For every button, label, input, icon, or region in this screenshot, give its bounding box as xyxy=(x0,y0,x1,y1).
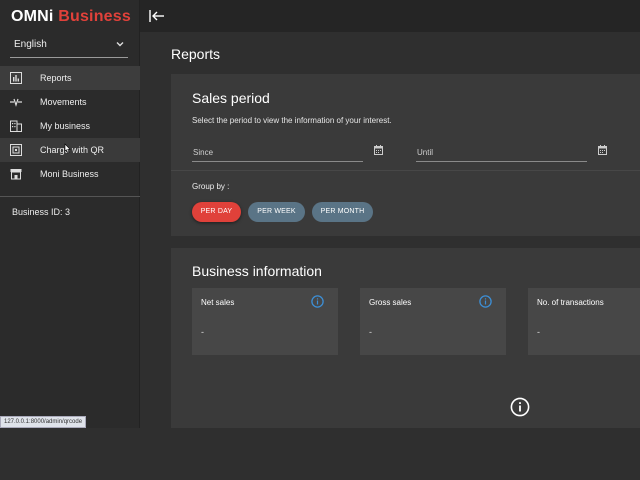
mouse-pointer-icon xyxy=(64,143,71,154)
sidebar-item-label: Movements xyxy=(40,97,87,107)
collapse-sidebar-icon[interactable] xyxy=(149,9,165,23)
until-input[interactable] xyxy=(416,143,587,162)
brand-name-part1: OMNi xyxy=(11,8,54,25)
movements-icon xyxy=(10,98,22,107)
metric-label: Gross sales xyxy=(369,298,412,307)
building-icon xyxy=(10,120,22,132)
app-root: OMNi Business English Reports Movements … xyxy=(0,0,640,480)
gross-sales-metric: Gross sales - xyxy=(360,288,506,355)
sidebar-item-label: Moni Business xyxy=(40,169,99,179)
per-day-chip[interactable]: PER DAY xyxy=(192,202,241,222)
until-date-field[interactable] xyxy=(416,142,587,162)
business-information-title: Business information xyxy=(192,263,322,279)
store-icon xyxy=(10,169,22,180)
sidebar-item-label: My business xyxy=(40,121,91,131)
sidebar-divider xyxy=(0,196,140,197)
page-title: Reports xyxy=(171,46,221,62)
info-icon[interactable] xyxy=(510,397,530,417)
sales-period-subtitle: Select the period to view the informatio… xyxy=(192,116,392,125)
sidebar-item-reports[interactable]: Reports xyxy=(0,66,140,90)
sidebar-nav: Reports Movements My business Charge wit… xyxy=(0,66,140,186)
brand-name-part2: Business xyxy=(58,8,131,25)
sidebar-item-label: Charge with QR xyxy=(40,145,105,155)
info-icon[interactable] xyxy=(479,295,492,308)
metric-value: - xyxy=(201,327,204,337)
since-date-field[interactable] xyxy=(192,142,363,162)
transactions-metric: No. of transactions - xyxy=(528,288,640,355)
status-bar-url: 127.0.0.1:8000/admin/qrcode xyxy=(0,416,87,428)
per-month-chip[interactable]: PER MONTH xyxy=(312,202,373,222)
sidebar-item-my-business[interactable]: My business xyxy=(0,114,140,138)
sidebar-item-movements[interactable]: Movements xyxy=(0,90,140,114)
business-information-card: Business information Net sales - Gross s… xyxy=(171,248,640,428)
sales-period-card: Sales period Select the period to view t… xyxy=(171,74,640,236)
language-select[interactable]: English xyxy=(10,36,128,58)
info-icon[interactable] xyxy=(311,295,324,308)
business-id-label: Business ID: 3 xyxy=(12,207,71,217)
per-week-chip[interactable]: PER WEEK xyxy=(248,202,305,222)
since-input[interactable] xyxy=(192,143,363,162)
net-sales-metric: Net sales - xyxy=(192,288,338,355)
sidebar-item-label: Reports xyxy=(40,73,72,83)
group-by-label: Group by : xyxy=(192,182,230,191)
brand-logo: OMNi Business xyxy=(11,8,131,26)
metric-value: - xyxy=(537,327,540,337)
chevron-down-icon xyxy=(116,42,124,47)
main-content: Reports Sales period Select the period t… xyxy=(140,32,640,428)
language-selected: English xyxy=(14,39,47,50)
metric-label: Net sales xyxy=(201,298,235,307)
top-bar xyxy=(140,0,640,32)
metric-label: No. of transactions xyxy=(537,298,604,307)
calendar-icon[interactable] xyxy=(598,145,607,155)
bar-chart-icon xyxy=(10,72,22,84)
metric-value: - xyxy=(369,327,372,337)
calendar-icon[interactable] xyxy=(374,145,383,155)
sidebar-item-moni-business[interactable]: Moni Business xyxy=(0,162,140,186)
card-divider xyxy=(171,170,640,171)
bottom-area xyxy=(0,428,640,480)
qr-code-icon xyxy=(10,144,22,156)
sales-period-title: Sales period xyxy=(192,90,270,106)
sidebar: OMNi Business English Reports Movements … xyxy=(0,0,140,428)
